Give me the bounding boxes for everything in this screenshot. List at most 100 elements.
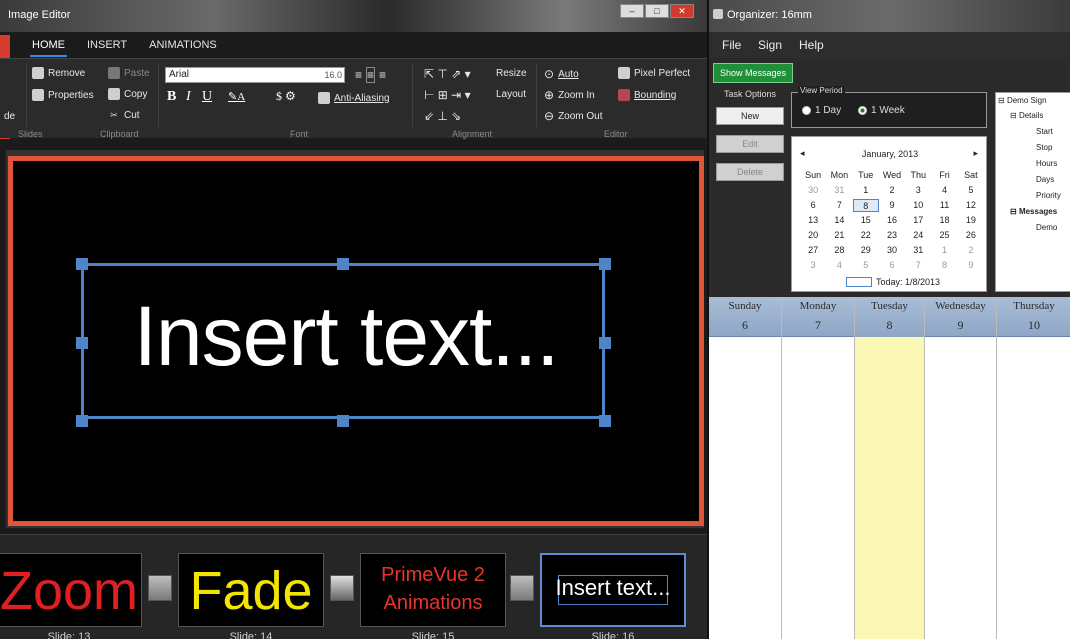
calendar-day[interactable]: 15 bbox=[853, 214, 879, 227]
calendar-day[interactable]: 2 bbox=[879, 184, 905, 197]
calendar-day[interactable]: 21 bbox=[826, 229, 852, 242]
calendar-day[interactable]: 5 bbox=[958, 184, 984, 197]
layout-button[interactable]: Layout bbox=[496, 89, 526, 100]
calendar-day[interactable]: 30 bbox=[800, 184, 826, 197]
zoom-out-button[interactable]: ⊖ Zoom Out bbox=[544, 109, 603, 123]
calendar-day[interactable]: 19 bbox=[958, 214, 984, 227]
day-column[interactable]: Wednesday 9 bbox=[925, 297, 997, 639]
view-1-week-radio[interactable]: 1 Week bbox=[858, 105, 905, 116]
calendar-day[interactable]: 4 bbox=[826, 259, 852, 272]
calendar-day[interactable]: 9 bbox=[879, 199, 905, 212]
zoom-in-button[interactable]: ⊕ Zoom In bbox=[544, 88, 595, 102]
resize-handle-bottom[interactable] bbox=[337, 415, 349, 427]
resize-handle-bottom-right[interactable] bbox=[599, 415, 611, 427]
menu-file[interactable]: File bbox=[722, 38, 741, 52]
auto-zoom-button[interactable]: ⊙ Auto bbox=[544, 67, 579, 81]
bold-button[interactable]: B bbox=[167, 89, 176, 105]
delete-task-button[interactable]: Delete bbox=[716, 163, 784, 181]
tree-node[interactable]: ⊟ Messages bbox=[1010, 207, 1057, 216]
font-size-value[interactable]: 16.0 bbox=[324, 68, 342, 82]
view-1-day-radio[interactable]: 1 Day bbox=[802, 105, 841, 116]
calendar-day[interactable]: 25 bbox=[931, 229, 957, 242]
calendar-day[interactable]: 10 bbox=[905, 199, 931, 212]
align-left-icon[interactable]: ≡ bbox=[355, 68, 362, 82]
align-top-icons[interactable]: ⇱ ⊤ ⇗ ▾ bbox=[424, 67, 471, 81]
text-selection-box[interactable] bbox=[81, 263, 605, 419]
calendar-day[interactable]: 22 bbox=[853, 229, 879, 242]
calendar-day[interactable]: 18 bbox=[931, 214, 957, 227]
align-right-icon[interactable]: ≡ bbox=[379, 68, 386, 82]
tree-node[interactable]: ⊟ Details bbox=[1010, 111, 1043, 120]
tree-leaf[interactable]: Demo bbox=[1036, 223, 1057, 232]
calendar-day[interactable]: 24 bbox=[905, 229, 931, 242]
calendar-day[interactable]: 8 bbox=[931, 259, 957, 272]
calendar-day[interactable]: 12 bbox=[958, 199, 984, 212]
calendar-day[interactable]: 3 bbox=[800, 259, 826, 272]
calendar-day[interactable]: 27 bbox=[800, 244, 826, 257]
slide-thumbnail-current[interactable]: Insert text... bbox=[540, 553, 686, 627]
resize-handle-right[interactable] bbox=[599, 337, 611, 349]
resize-handle-bottom-left[interactable] bbox=[76, 415, 88, 427]
copy-button[interactable]: Copy bbox=[108, 88, 147, 100]
calendar-today[interactable]: Today: 1/8/2013 bbox=[846, 277, 940, 287]
calendar-day[interactable]: 7 bbox=[905, 259, 931, 272]
calendar-day[interactable]: 17 bbox=[905, 214, 931, 227]
tab-animations[interactable]: ANIMATIONS bbox=[147, 35, 219, 57]
calendar-day[interactable]: 30 bbox=[879, 244, 905, 257]
calendar-day[interactable]: 31 bbox=[826, 184, 852, 197]
calendar-day[interactable]: 31 bbox=[905, 244, 931, 257]
remove-button[interactable]: Remove bbox=[32, 67, 85, 79]
calendar-day[interactable]: 13 bbox=[800, 214, 826, 227]
font-family-select[interactable]: Arial 16.0 bbox=[165, 67, 345, 83]
align-center-icon[interactable]: ≡ bbox=[366, 67, 376, 83]
align-buttons[interactable]: ≡ ≡ ≡ bbox=[355, 67, 386, 83]
day-column[interactable]: Thursday 10 bbox=[997, 297, 1070, 639]
day-column[interactable]: Sunday 6 bbox=[709, 297, 782, 639]
underline-button[interactable]: U bbox=[202, 89, 212, 105]
calendar-day[interactable]: 5 bbox=[853, 259, 879, 272]
align-middle-icons[interactable]: ⊢ ⊞ ⇥ ▾ bbox=[424, 88, 471, 102]
calendar-day[interactable]: 23 bbox=[879, 229, 905, 242]
cut-button[interactable]: ✂ Cut bbox=[108, 109, 139, 121]
edit-task-button[interactable]: Edit bbox=[716, 135, 784, 153]
day-column[interactable]: Monday 7 bbox=[782, 297, 855, 639]
calendar-day[interactable]: 7 bbox=[826, 199, 852, 212]
calendar-day[interactable]: 6 bbox=[879, 259, 905, 272]
resize-handle-left[interactable] bbox=[76, 337, 88, 349]
show-messages-button[interactable]: Show Messages bbox=[713, 63, 793, 83]
tab-home[interactable]: HOME bbox=[30, 35, 67, 57]
calendar-day[interactable]: 11 bbox=[931, 199, 957, 212]
tree-leaf[interactable]: Start bbox=[1036, 127, 1053, 136]
tree-node[interactable]: ⊟ Demo Sign bbox=[998, 96, 1047, 105]
calendar-day[interactable]: 29 bbox=[853, 244, 879, 257]
day-column-today[interactable]: Tuesday 8 bbox=[855, 297, 925, 639]
calendar-day[interactable]: 6 bbox=[800, 199, 826, 212]
tree-leaf[interactable]: Hours bbox=[1036, 159, 1057, 168]
calendar-day[interactable]: 9 bbox=[958, 259, 984, 272]
calendar-day[interactable]: 28 bbox=[826, 244, 852, 257]
resize-button[interactable]: Resize bbox=[496, 68, 527, 79]
calendar-day[interactable]: 16 bbox=[879, 214, 905, 227]
resize-handle-top[interactable] bbox=[337, 258, 349, 270]
anti-aliasing-checkbox[interactable]: Anti-Aliasing bbox=[318, 92, 390, 104]
next-month-icon[interactable]: ▸ bbox=[973, 148, 978, 159]
calendar-day[interactable]: 3 bbox=[905, 184, 931, 197]
properties-button[interactable]: Properties bbox=[32, 89, 94, 101]
calendar-day[interactable]: 2 bbox=[958, 244, 984, 257]
calendar-day[interactable]: 14 bbox=[826, 214, 852, 227]
paste-button[interactable]: Paste bbox=[108, 67, 150, 79]
transition-icon[interactable] bbox=[330, 575, 354, 601]
calendar-day[interactable]: 26 bbox=[958, 229, 984, 242]
minimize-icon[interactable]: – bbox=[620, 4, 644, 18]
align-bottom-icons[interactable]: ⇙ ⊥ ⇘ bbox=[424, 109, 461, 123]
calendar-day[interactable]: 1 bbox=[931, 244, 957, 257]
calendar-day[interactable]: 20 bbox=[800, 229, 826, 242]
transition-icon[interactable] bbox=[510, 575, 534, 601]
tree-leaf[interactable]: Priority bbox=[1036, 191, 1061, 200]
slide-thumbnail[interactable]: PrimeVue 2 Animations bbox=[360, 553, 506, 627]
transition-icon[interactable] bbox=[148, 575, 172, 601]
format-icons[interactable]: $ ⚙ bbox=[276, 89, 296, 104]
menu-help[interactable]: Help bbox=[799, 38, 824, 52]
resize-handle-top-right[interactable] bbox=[599, 258, 611, 270]
highlight-color-icon[interactable]: ✎A bbox=[228, 90, 245, 103]
